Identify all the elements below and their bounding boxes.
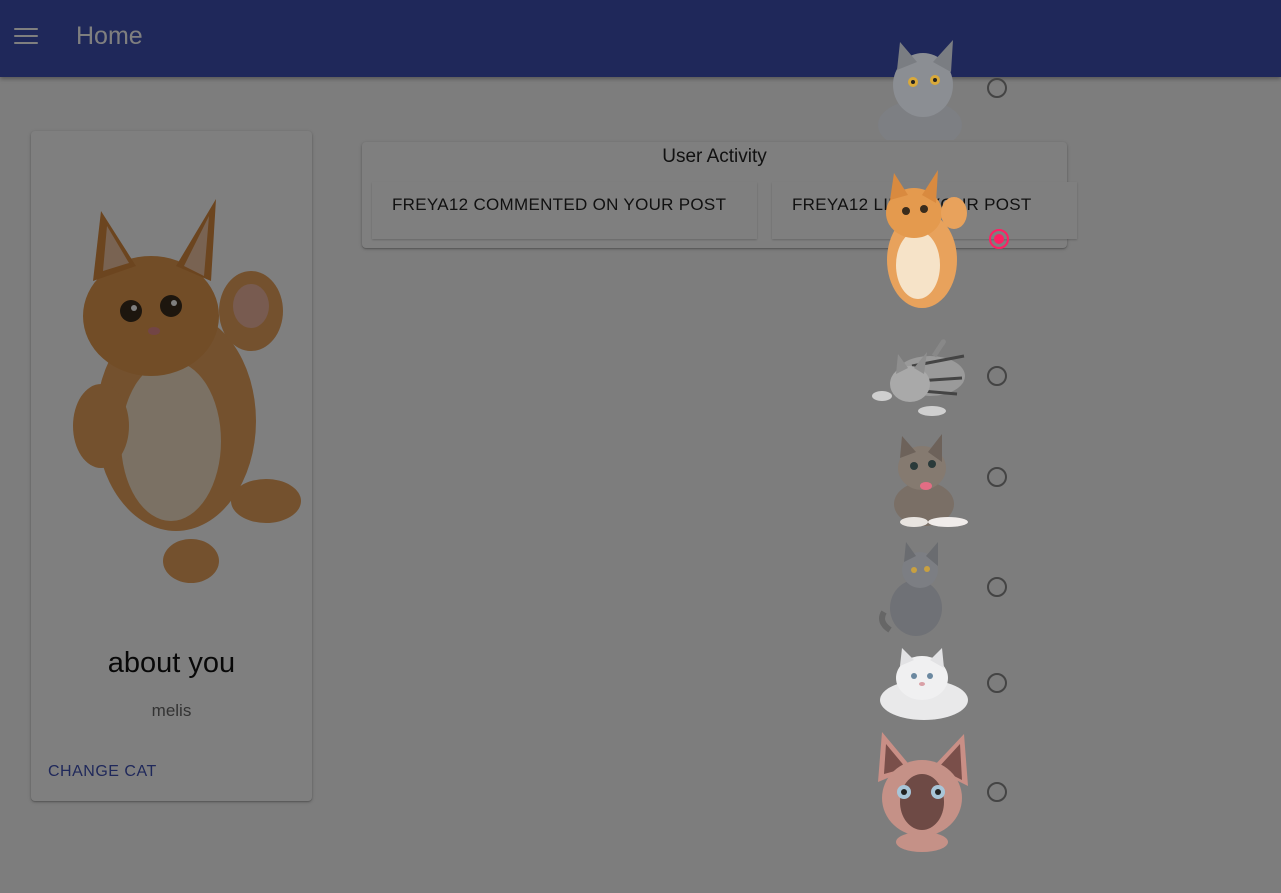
cat-radio[interactable] (987, 577, 1007, 597)
cat-radio-selected[interactable] (989, 229, 1009, 249)
cat-radio[interactable] (987, 467, 1007, 487)
gray-cat-sitting-image (879, 542, 942, 636)
modal-backdrop[interactable] (0, 0, 1281, 893)
gray-cat-looking-up-image (878, 40, 962, 140)
cat-radio[interactable] (987, 673, 1007, 693)
cat-radio[interactable] (987, 78, 1007, 98)
sphynx-cat-image (878, 732, 968, 852)
cat-radio[interactable] (987, 366, 1007, 386)
orange-kitten-image (886, 170, 967, 308)
cat-radio[interactable] (987, 782, 1007, 802)
tabby-kitten-playing-image (872, 339, 965, 416)
white-persian-cat-image (880, 648, 968, 720)
tabby-kitten-sitting-image (894, 434, 968, 527)
